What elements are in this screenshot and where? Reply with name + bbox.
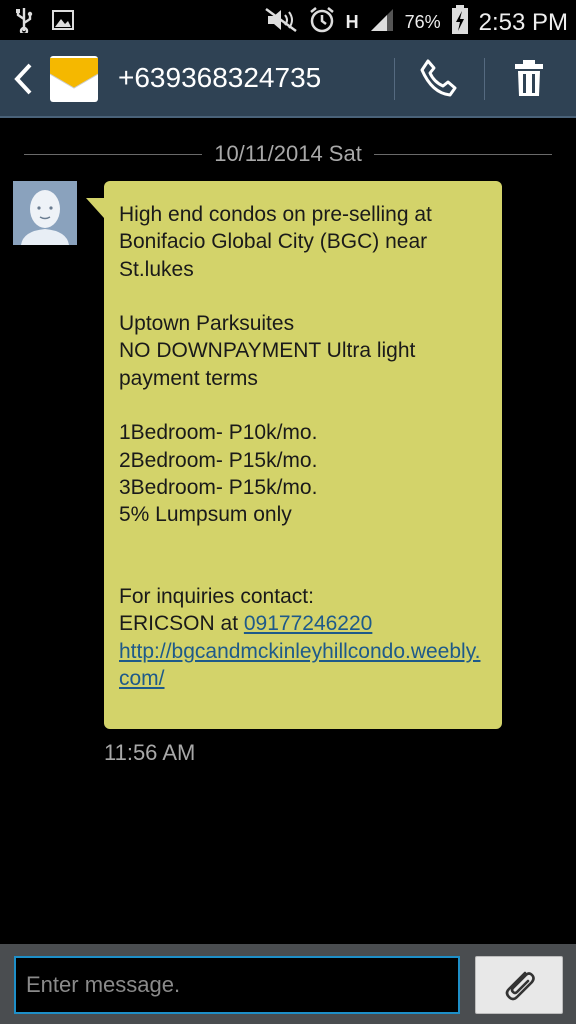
header-divider bbox=[484, 58, 485, 100]
message-line: 2Bedroom- P15k/mo. bbox=[119, 448, 318, 472]
usb-icon bbox=[14, 7, 34, 38]
image-icon bbox=[52, 10, 74, 35]
date-separator: 10/11/2014 Sat bbox=[24, 140, 553, 168]
message-line: 3Bedroom- P15k/mo. bbox=[119, 475, 318, 499]
battery-charging-icon bbox=[451, 5, 469, 40]
message-line: For inquiries contact: bbox=[119, 585, 314, 609]
mute-icon bbox=[264, 7, 298, 38]
message-line: http://bgcandmckinleyhillcondo.weebly.co… bbox=[119, 638, 488, 693]
call-icon[interactable] bbox=[418, 58, 458, 103]
attach-button[interactable] bbox=[475, 956, 563, 1014]
envelope-icon bbox=[49, 54, 99, 107]
header-divider bbox=[394, 58, 395, 100]
message-line: NO DOWNPAYMENT Ultra light bbox=[119, 339, 416, 363]
status-bar: H 76% 2:53 PM bbox=[0, 0, 576, 40]
divider-line bbox=[24, 153, 203, 155]
message-line: payment terms bbox=[119, 366, 258, 390]
contact-name: ERICSON at bbox=[119, 612, 244, 636]
message-body: High end condos on pre-selling at Bonifa… bbox=[119, 201, 488, 692]
message-line: 5% Lumpsum only bbox=[119, 503, 292, 527]
trash-icon[interactable] bbox=[512, 58, 546, 103]
thread-date: 10/11/2014 Sat bbox=[214, 141, 362, 166]
url-link[interactable]: http://bgcandmckinleyhillcondo.weebly.co… bbox=[119, 640, 480, 690]
clock: 2:53 PM bbox=[478, 8, 568, 36]
message-line: High end condos on pre-selling at bbox=[119, 203, 432, 226]
bubble-tail bbox=[86, 198, 104, 218]
message-line: St.lukes bbox=[119, 257, 194, 281]
alarm-icon bbox=[308, 6, 336, 39]
message-bubble[interactable]: High end condos on pre-selling at Bonifa… bbox=[104, 181, 502, 729]
composer-bar bbox=[0, 944, 576, 1024]
message-line: ERICSON at 09177246220 bbox=[119, 610, 488, 637]
default-avatar-icon bbox=[13, 181, 77, 245]
paperclip-icon bbox=[505, 971, 535, 1001]
message-line: Bonifacio Global City (BGC) near bbox=[119, 230, 428, 254]
battery-percent: 76% bbox=[404, 12, 441, 32]
conversation-header: +639368324735 bbox=[0, 40, 576, 118]
back-icon[interactable] bbox=[12, 62, 34, 101]
contact-number: +639368324735 bbox=[118, 62, 322, 93]
message-timestamp: 11:56 AM bbox=[104, 740, 196, 765]
message-line: Uptown Parksuites bbox=[119, 312, 295, 336]
phone-link[interactable]: 09177246220 bbox=[244, 612, 372, 635]
network-type: H bbox=[345, 12, 359, 32]
divider-line bbox=[373, 153, 553, 155]
message-line: 1Bedroom- P10k/mo. bbox=[119, 421, 318, 445]
signal-icon bbox=[369, 7, 395, 38]
avatar[interactable] bbox=[13, 181, 77, 245]
message-input[interactable] bbox=[14, 956, 460, 1014]
